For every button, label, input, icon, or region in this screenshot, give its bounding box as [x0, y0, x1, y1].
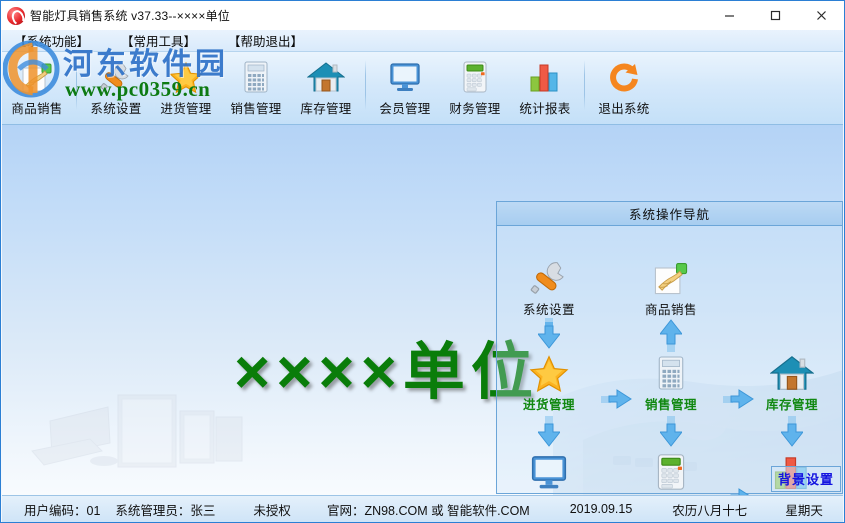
status-lunar-date: 农历八月十七 — [672, 503, 748, 518]
arrow-down-icon — [536, 416, 562, 450]
menu-common-tools[interactable]: 【常用工具】 — [115, 31, 202, 50]
toolbar-button-system-settings[interactable]: 系统设置 — [81, 56, 151, 122]
window-controls — [706, 1, 844, 30]
workspace: ××××单位 系统操作导航 系统设置 商品销售 进货管理 销售管理 库存管理 背… — [2, 125, 843, 495]
toolbar-button-finance-management[interactable]: 财务管理 — [440, 56, 510, 122]
status-admin-name: 系统管理员：张三 — [115, 503, 216, 518]
calculator-green-icon — [619, 450, 723, 492]
nav-item-sales-management[interactable]: 销售管理 — [619, 351, 723, 413]
wrench-screwdriver-icon — [497, 256, 601, 298]
toolbar-label: 库存管理 — [300, 102, 352, 116]
nav-item-purchase-management[interactable]: 进货管理 — [497, 351, 601, 413]
nav-item-member-management[interactable]: 会员管理 — [497, 450, 601, 495]
title-bar: 智能灯具销售系统 v37.33--××××单位 — [1, 1, 844, 30]
status-date: 2019.09.15 — [569, 502, 633, 516]
nav-item-finance-management[interactable]: 财务管理 — [619, 450, 723, 495]
monitor-icon — [497, 450, 601, 492]
toolbar-separator — [584, 60, 585, 110]
application-window: 智能灯具销售系统 v37.33--××××单位 【系统功能】 【常用工具】 【帮… — [0, 0, 845, 523]
status-license: 未授权 — [253, 503, 291, 518]
toolbar-separator — [76, 60, 77, 110]
navigation-panel-body: 系统设置 商品销售 进货管理 销售管理 库存管理 背景设置 — [497, 226, 843, 495]
toolbar-button-inventory-management[interactable]: 库存管理 — [291, 56, 361, 122]
background-setting-button[interactable]: 背景设置 — [770, 466, 841, 492]
star-icon — [168, 59, 204, 95]
toolbar-label: 会员管理 — [379, 102, 431, 116]
wrench-screwdriver-icon — [99, 59, 133, 95]
house-icon — [307, 59, 345, 95]
nav-item-system-settings[interactable]: 系统设置 — [497, 256, 601, 318]
status-official-site: 官网：ZN98.COM 或 智能软件.COM — [326, 503, 530, 518]
maximize-icon[interactable] — [752, 1, 798, 30]
nav-item-product-sales[interactable]: 商品销售 — [619, 256, 723, 318]
toolbar-label: 统计报表 — [519, 102, 571, 116]
page-title-watermark: ××××单位 — [234, 338, 539, 407]
monitor-icon — [387, 59, 423, 95]
menu-system-functions[interactable]: 【系统功能】 — [8, 31, 95, 50]
nav-item-label: 销售管理 — [644, 398, 697, 412]
app-logo-icon — [7, 6, 25, 25]
arrow-up-icon — [658, 318, 684, 352]
calculator-green-icon — [461, 59, 489, 95]
calculator-icon — [619, 351, 723, 393]
navigation-panel-title: 系统操作导航 — [497, 202, 842, 226]
nav-item-label: 商品销售 — [644, 303, 697, 317]
arrow-down-icon — [779, 416, 805, 450]
exit-circular-arrow-icon — [608, 59, 640, 95]
toolbar-button-purchase-management[interactable]: 进货管理 — [151, 56, 221, 122]
star-icon — [497, 351, 601, 393]
toolbar-label: 销售管理 — [230, 102, 282, 116]
toolbar-button-exit-system[interactable]: 退出系统 — [589, 56, 659, 122]
menu-bar: 【系统功能】 【常用工具】 【帮助退出】 — [2, 30, 843, 52]
menu-help-exit[interactable]: 【帮助退出】 — [222, 31, 309, 50]
house-icon — [740, 351, 843, 393]
toolbar-button-member-management[interactable]: 会员管理 — [370, 56, 440, 122]
toolbar-separator — [365, 60, 366, 110]
toolbar: 商品销售 系统设置 进货管理 销售管理 库存管理 会员管理 财务管理 统计报表 … — [2, 52, 843, 125]
calculator-icon — [241, 59, 271, 95]
toolbar-button-product-sales[interactable]: 商品销售 — [2, 56, 72, 122]
window-title: 智能灯具销售系统 v37.33--××××单位 — [30, 9, 230, 23]
status-bar: 用户编码：01 系统管理员：张三 未授权 官网：ZN98.COM 或 智能软件.… — [2, 495, 843, 522]
hand-writing-icon — [619, 256, 723, 298]
nav-item-label: 库存管理 — [765, 398, 818, 412]
nav-item-label: 进货管理 — [522, 398, 575, 412]
status-weekday: 星期天 — [785, 503, 823, 518]
toolbar-button-statistics-report[interactable]: 统计报表 — [510, 56, 580, 122]
minimize-icon[interactable] — [706, 1, 752, 30]
arrow-down-icon — [536, 318, 562, 352]
bar-chart-icon — [528, 59, 562, 95]
close-icon[interactable] — [798, 1, 844, 30]
navigation-panel: 系统操作导航 系统设置 商品销售 进货管理 销售管理 库存管理 背景设置 — [496, 201, 843, 495]
nav-item-inventory-management[interactable]: 库存管理 — [740, 351, 843, 413]
hand-writing-icon — [19, 59, 55, 95]
status-user-code: 用户编码：01 — [24, 503, 101, 518]
arrow-down-icon — [658, 416, 684, 450]
toolbar-label: 商品销售 — [11, 102, 63, 116]
toolbar-label: 进货管理 — [160, 102, 212, 116]
toolbar-button-sales-management[interactable]: 销售管理 — [221, 56, 291, 122]
toolbar-label: 财务管理 — [449, 102, 501, 116]
toolbar-label: 退出系统 — [598, 102, 650, 116]
toolbar-label: 系统设置 — [90, 102, 142, 116]
nav-item-label: 系统设置 — [522, 303, 575, 317]
